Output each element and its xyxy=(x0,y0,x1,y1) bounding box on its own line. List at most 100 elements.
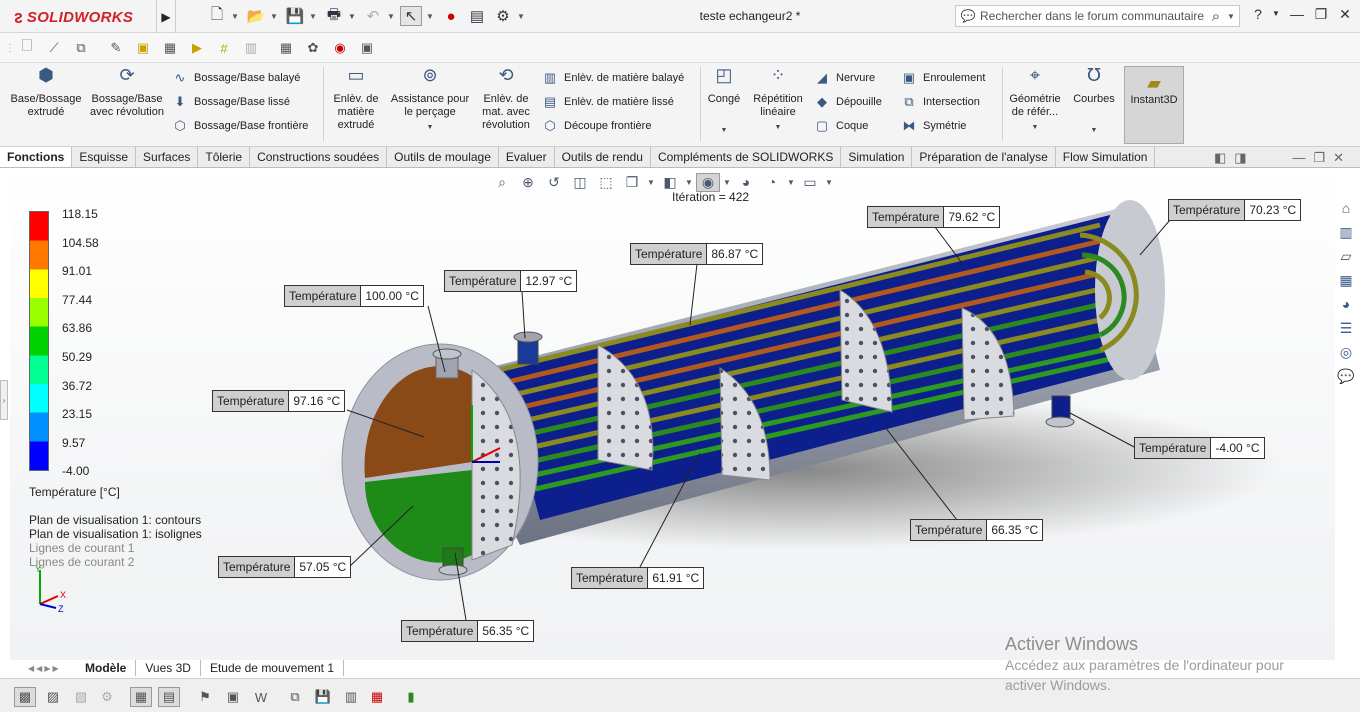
view-orientation-icon[interactable]: ❐ xyxy=(620,174,644,191)
home-icon[interactable]: ⌂ xyxy=(1334,196,1358,220)
edit-appearance-icon[interactable]: ◕ xyxy=(734,174,758,190)
callout-label: Température xyxy=(631,244,708,264)
temperature-callout[interactable]: Température 66.35 °C xyxy=(910,519,1044,541)
plot-note: Plan de visualisation 1: isolignes xyxy=(29,527,202,541)
plot-note: Lignes de courant 1 xyxy=(29,541,135,555)
callout-value: 79.62 °C xyxy=(948,210,996,224)
legend-value: 23.15 xyxy=(62,407,93,422)
callout-value: 61.91 °C xyxy=(652,571,700,585)
legend-value: 36.72 xyxy=(62,378,93,393)
tab-motion-study[interactable]: Etude de mouvement 1 xyxy=(201,660,345,676)
callout-value: 57.05 °C xyxy=(299,560,347,574)
callout-label: Température xyxy=(1169,200,1246,220)
callout-label: Température xyxy=(868,207,945,227)
apply-scene-icon[interactable]: ◔ xyxy=(760,174,784,190)
tab-scroll-arrows[interactable]: ◀ ◀ ▶ ▶ xyxy=(0,660,76,676)
chevron-down-icon[interactable]: ▼ xyxy=(786,178,796,187)
tab-model[interactable]: Modèle xyxy=(76,660,137,676)
legend-value: 9.57 xyxy=(62,435,86,450)
temperature-color-scale xyxy=(29,211,49,471)
axis-z-label: Z xyxy=(58,604,64,614)
clone-project-icon[interactable]: ▧ xyxy=(70,687,92,707)
axis-x-label: X xyxy=(60,590,66,600)
legend-value: 63.86 xyxy=(62,321,93,336)
callout-label: Température xyxy=(1135,438,1212,458)
axis-y-label: Y xyxy=(35,564,41,574)
flow-sim-project-icon[interactable]: ▨ xyxy=(42,687,64,707)
temperature-callout[interactable]: Température 100.00 °C xyxy=(284,285,424,307)
callout-value: 56.35 °C xyxy=(482,624,530,638)
zoom-to-area-icon[interactable]: ⊕ xyxy=(516,174,540,191)
temperature-callout[interactable]: Température -4.00 °C xyxy=(1134,437,1265,459)
computational-domain-icon[interactable]: ▦ xyxy=(130,687,152,707)
chevron-down-icon[interactable]: ▼ xyxy=(722,178,732,187)
iteration-counter: Itération = 422 xyxy=(672,190,750,204)
temperature-callout[interactable]: Température 57.05 °C xyxy=(218,556,352,578)
callout-value: 66.35 °C xyxy=(991,523,1039,537)
callout-value: -4.00 °C xyxy=(1215,441,1260,455)
view-palette-icon[interactable]: ▦ xyxy=(1334,268,1358,292)
legend-value: 77.44 xyxy=(62,292,93,307)
solidworks-window: ᴤ SOLIDWORKS ▶ 🗋 ▼ 📂 ▼ 💾 ▼ 🖶 ▼ ↶ ▼ ↖ ▼ ● … xyxy=(0,0,1360,712)
windows-activation-watermark: Activer Windows Accédez aux paramètres d… xyxy=(1005,634,1284,693)
temperature-callout[interactable]: Température 61.91 °C xyxy=(571,567,705,589)
appearances-icon[interactable]: ◕ xyxy=(1334,292,1358,316)
shell-outlet-nozzle xyxy=(1051,395,1071,419)
temperature-callout[interactable]: Température 86.87 °C xyxy=(630,243,764,265)
forum-icon[interactable]: 💬 xyxy=(1334,364,1358,388)
orientation-triad: Y X Z xyxy=(35,564,66,614)
callout-value: 86.87 °C xyxy=(711,247,759,261)
file-explorer-icon[interactable]: ▱ xyxy=(1334,244,1358,268)
legend-value: 118.15 xyxy=(62,207,98,221)
callout-value: 70.23 °C xyxy=(1249,203,1297,217)
callout-label: Température xyxy=(402,621,479,641)
legend-value: 50.29 xyxy=(62,350,93,364)
mesh-icon[interactable]: ▤ xyxy=(158,687,180,707)
temperature-callout[interactable]: Température 12.97 °C xyxy=(444,270,578,292)
callout-value: 97.16 °C xyxy=(293,394,341,408)
previous-view-icon[interactable]: ↺ xyxy=(542,174,566,191)
shell-end-cap xyxy=(1095,200,1165,380)
load-results-icon[interactable]: ⧉ xyxy=(284,687,306,707)
chevron-down-icon[interactable]: ▼ xyxy=(684,178,694,187)
run-icon[interactable]: ▣ xyxy=(222,687,244,707)
report-icon[interactable]: W xyxy=(250,687,272,707)
heat-exchanger-model xyxy=(320,200,1280,621)
design-library-icon[interactable]: ▥ xyxy=(1334,220,1358,244)
save-results-icon[interactable]: 💾 xyxy=(312,687,334,707)
temperature-callout[interactable]: Température 70.23 °C xyxy=(1168,199,1302,221)
callout-label: Température xyxy=(911,520,988,540)
dynamic-annotation-icon[interactable]: ⬚ xyxy=(594,174,618,191)
chevron-down-icon[interactable]: ▼ xyxy=(646,178,656,187)
surface-plot-icon[interactable]: ▦ xyxy=(366,687,388,707)
solidworks-resources-icon[interactable]: ◎ xyxy=(1334,340,1358,364)
hide-show-items-icon[interactable]: ◉ xyxy=(696,172,720,192)
xy-plot-icon[interactable]: ▮ xyxy=(400,687,422,707)
callout-label: Température xyxy=(285,286,362,306)
custom-properties-icon[interactable]: ☰ xyxy=(1334,316,1358,340)
legend-value: 91.01 xyxy=(62,264,93,279)
temperature-callout[interactable]: Température 56.35 °C xyxy=(401,620,535,642)
legend-value: 104.58 xyxy=(62,235,99,250)
general-settings-icon[interactable]: ⚙ xyxy=(96,687,118,707)
cut-plot-icon[interactable]: ▥ xyxy=(340,687,362,707)
callout-label: Température xyxy=(445,271,522,291)
temperature-callout[interactable]: Température 97.16 °C xyxy=(212,390,346,412)
view-heads-up-toolbar: ⌕ ⊕ ↺ ◫ ⬚ ❐ ▼ ◧ ▼ ◉ ▼ ◕ ◔ ▼ ▭ ▼ xyxy=(490,170,850,194)
task-pane-tabs: ⌂ ▥ ▱ ▦ ◕ ☰ ◎ 💬 xyxy=(1334,196,1360,396)
display-style-icon[interactable]: ◧ xyxy=(658,174,682,191)
callout-value: 100.00 °C xyxy=(365,289,419,303)
callout-label: Température xyxy=(219,557,296,577)
view-settings-icon[interactable]: ▭ xyxy=(798,174,822,191)
tab-3d-views[interactable]: Vues 3D xyxy=(136,660,201,676)
section-view-icon[interactable]: ◫ xyxy=(568,174,592,191)
goals-icon[interactable]: ⚑ xyxy=(194,687,216,707)
callout-label: Température xyxy=(213,391,290,411)
flow-sim-tool-icon[interactable]: ▩ xyxy=(14,687,36,707)
callout-label: Température xyxy=(572,568,649,588)
zoom-to-fit-icon[interactable]: ⌕ xyxy=(490,174,514,191)
temperature-callout[interactable]: Température 79.62 °C xyxy=(867,206,1001,228)
chevron-down-icon[interactable]: ▼ xyxy=(824,178,834,187)
legend-value: -4.00 xyxy=(62,464,90,479)
plot-note: Plan de visualisation 1: contours xyxy=(29,513,202,527)
